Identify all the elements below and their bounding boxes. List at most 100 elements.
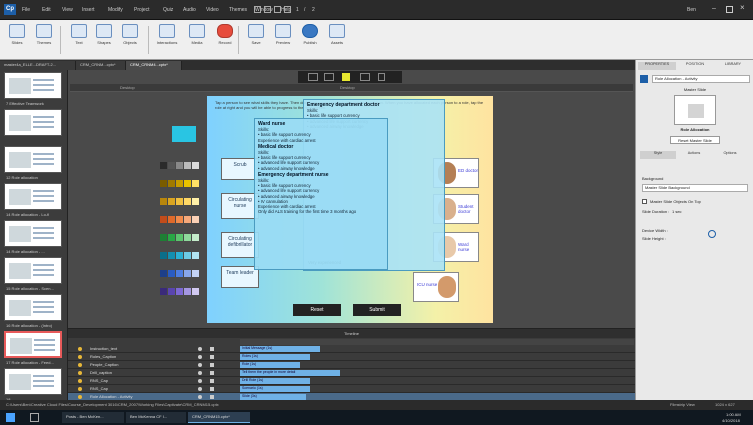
mobile-landscape-icon[interactable] — [360, 73, 370, 81]
slide-thumbnail[interactable] — [4, 368, 62, 395]
person-icu-nurse[interactable]: ICU nurse — [413, 272, 459, 302]
color-swatch[interactable] — [184, 162, 191, 169]
visibility-icon[interactable] — [198, 387, 202, 391]
slide-thumbnail[interactable] — [4, 257, 62, 284]
tab-properties[interactable]: PROPERTIES — [638, 62, 676, 70]
slide-name-field[interactable]: Role Allocation - Activity — [652, 75, 750, 83]
user-name[interactable]: Ben — [687, 7, 696, 13]
color-swatch[interactable] — [168, 288, 175, 295]
color-swatch[interactable] — [176, 162, 183, 169]
color-swatch[interactable] — [172, 126, 196, 142]
text-button[interactable]: Text — [66, 24, 92, 56]
media-button[interactable]: Media — [184, 24, 210, 56]
color-swatch[interactable] — [168, 162, 175, 169]
timeline-bar[interactable]: Roles (1s) — [240, 354, 310, 360]
timeline-row[interactable]: Instruction_text Initial Message (1s) — [68, 345, 635, 353]
color-swatch[interactable] — [176, 234, 183, 241]
background-select[interactable]: Master Slide Background — [642, 184, 748, 192]
circle-icon[interactable] — [284, 6, 291, 13]
doc-tab-active[interactable]: CRM_CRNM4...cptx* — [126, 61, 182, 70]
color-swatch[interactable] — [192, 216, 199, 223]
reset-button[interactable]: Reset — [293, 304, 341, 316]
tablet-portrait-icon[interactable] — [342, 73, 350, 81]
menu-item[interactable]: Insert — [82, 7, 95, 13]
master-slide-thumbnail[interactable] — [674, 95, 716, 125]
record-button[interactable]: Record — [212, 24, 238, 56]
reset-master-button[interactable]: Reset Master Slide — [670, 136, 720, 144]
color-swatch[interactable] — [160, 288, 167, 295]
menu-item[interactable]: Project — [134, 7, 150, 13]
visibility-icon[interactable] — [198, 371, 202, 375]
timeline-bar[interactable]: Drill Role (1s) — [240, 378, 310, 384]
lock-icon[interactable] — [210, 355, 214, 359]
color-swatch[interactable] — [176, 288, 183, 295]
color-swatch[interactable] — [168, 180, 175, 187]
taskbar-item-active[interactable]: CRM_CRNM15.cptx* — [188, 412, 250, 423]
color-swatch[interactable] — [176, 198, 183, 205]
menu-item[interactable]: Edit — [42, 7, 51, 13]
menu-item[interactable]: View — [62, 7, 73, 13]
task-view-icon[interactable] — [30, 413, 39, 422]
timeline-row[interactable]: RNS_Cap Scenario (1s) — [68, 385, 635, 393]
color-swatch[interactable] — [192, 288, 199, 295]
visibility-icon[interactable] — [198, 347, 202, 351]
tablet-landscape-icon[interactable] — [324, 73, 334, 81]
timeline-row[interactable]: Roles_Caption Roles (1s) — [68, 353, 635, 361]
start-icon[interactable] — [6, 413, 15, 422]
color-swatch[interactable] — [160, 234, 167, 241]
master-objects-checkbox[interactable] — [642, 199, 647, 204]
menu-item[interactable]: Video — [206, 7, 219, 13]
color-swatch[interactable] — [160, 270, 167, 277]
lock-icon[interactable] — [210, 347, 214, 351]
link-icon[interactable] — [708, 230, 716, 238]
visibility-icon[interactable] — [198, 395, 202, 399]
objects-button[interactable]: Objects — [117, 24, 143, 56]
color-swatch[interactable] — [184, 234, 191, 241]
layout-icon[interactable] — [254, 6, 261, 13]
color-swatch[interactable] — [184, 216, 191, 223]
slide-thumbnail[interactable] — [4, 183, 62, 210]
shape-icon[interactable] — [274, 6, 281, 13]
grid-icon[interactable] — [264, 6, 271, 13]
color-swatch[interactable] — [184, 180, 191, 187]
slide-thumbnail[interactable] — [4, 146, 62, 173]
mobile-portrait-icon[interactable] — [378, 73, 385, 81]
timeline-bar[interactable]: Tell them the people in more detail — [240, 370, 340, 376]
minimize-icon[interactable]: – — [712, 5, 720, 13]
taskbar-item[interactable]: Ben McKenna CF I... — [126, 412, 186, 423]
color-swatch[interactable] — [184, 288, 191, 295]
color-swatch[interactable] — [184, 198, 191, 205]
lock-icon[interactable] — [210, 371, 214, 375]
color-swatch[interactable] — [192, 198, 199, 205]
visibility-icon[interactable] — [198, 379, 202, 383]
visibility-icon[interactable] — [198, 355, 202, 359]
lock-icon[interactable] — [210, 395, 214, 399]
color-swatch[interactable] — [168, 270, 175, 277]
menu-item[interactable]: Themes — [229, 7, 247, 13]
shapes-button[interactable]: Shapes — [91, 24, 117, 56]
tab-position[interactable]: POSITION — [676, 62, 714, 70]
timeline-bar[interactable]: Initial Message (1s) — [240, 346, 320, 352]
slide-thumbnail[interactable] — [4, 109, 62, 136]
doc-tab[interactable]: CRM_CRNM...cptx* — [76, 61, 126, 70]
taskbar-item[interactable]: Posts - Ben McKen... — [62, 412, 124, 423]
publish-button[interactable]: Publish — [297, 24, 323, 56]
color-swatch[interactable] — [192, 270, 199, 277]
slides-button[interactable]: Slides — [4, 24, 30, 56]
color-swatch[interactable] — [160, 180, 167, 187]
subtab-options[interactable]: Options — [712, 151, 748, 159]
slide-thumbnail[interactable] — [4, 72, 62, 99]
color-swatch[interactable] — [168, 216, 175, 223]
assets-button[interactable]: Assets — [324, 24, 350, 56]
color-swatch[interactable] — [160, 162, 167, 169]
maximize-icon[interactable] — [726, 6, 733, 13]
save-button[interactable]: Save — [243, 24, 269, 56]
color-swatch[interactable] — [176, 180, 183, 187]
visibility-icon[interactable] — [198, 363, 202, 367]
menu-item[interactable]: File — [22, 7, 30, 13]
duration-value[interactable]: 1 sec — [672, 209, 682, 214]
color-swatch[interactable] — [168, 234, 175, 241]
subtab-actions[interactable]: Actions — [676, 151, 712, 159]
tab-library[interactable]: LIBRARY — [714, 62, 752, 70]
color-swatch[interactable] — [184, 252, 191, 259]
